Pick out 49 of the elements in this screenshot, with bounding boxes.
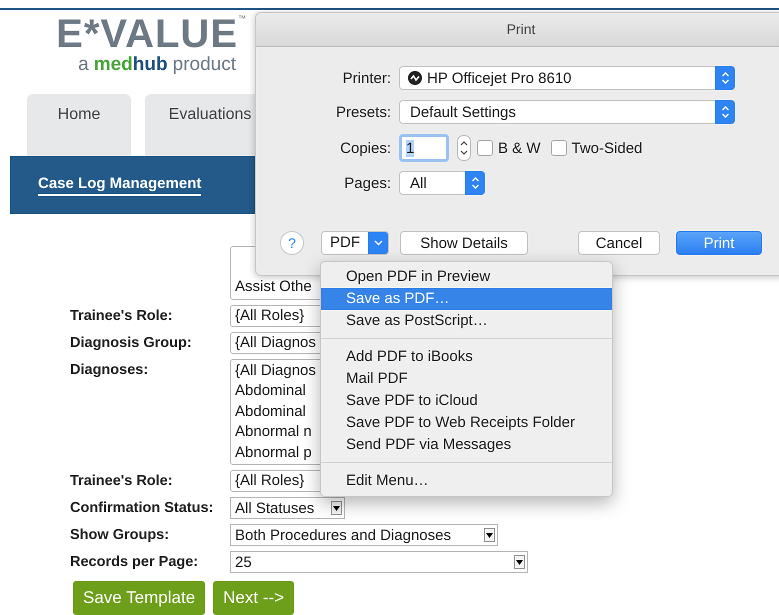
popup-arrows-icon — [465, 171, 485, 195]
dropdown-field[interactable]: All Statuses — [230, 497, 345, 519]
copies-field[interactable]: 1 — [399, 134, 449, 162]
checkbox-label: Two-Sided — [572, 140, 642, 156]
field-label: Records per Page: — [70, 554, 198, 570]
tagline-word: product — [172, 54, 236, 76]
field-label: Diagnoses: — [70, 362, 148, 378]
field-label: Copies: — [339, 140, 391, 156]
field-label: Diagnosis Group: — [70, 334, 192, 350]
menu-item[interactable]: Save PDF to iCloud — [321, 390, 612, 412]
menu-item[interactable]: Save as PostScript… — [321, 310, 612, 332]
field-label: Pages: — [343, 174, 391, 192]
printer-select[interactable]: HP Officejet Pro 8610 — [399, 66, 735, 90]
printer-status-icon — [408, 71, 422, 85]
chevron-down-icon — [368, 232, 388, 254]
pages-select[interactable]: All — [399, 171, 485, 195]
field-label: Confirmation Status: — [70, 500, 214, 516]
pdf-menu-button[interactable]: PDF — [321, 231, 389, 255]
menu-item[interactable]: Send PDF via Messages — [321, 434, 612, 456]
field-label: Trainee's Role: — [70, 308, 173, 324]
checkbox[interactable] — [550, 140, 567, 156]
menu-item[interactable]: Save PDF to Web Receipts Folder — [321, 412, 612, 434]
field-label: Trainee's Role: — [70, 473, 173, 489]
subnav-link[interactable]: Case Log Management — [38, 174, 202, 196]
field-label: Presets: — [334, 104, 391, 120]
checkbox[interactable] — [477, 140, 493, 156]
nav-tab[interactable]: Home — [27, 94, 131, 156]
menu-item[interactable]: Add PDF to iBooks — [321, 346, 612, 368]
popup-arrows-icon — [715, 66, 735, 90]
dialog-button[interactable]: Show Details — [400, 231, 528, 255]
trademark: ™ — [238, 14, 246, 23]
dialog-title: Print — [256, 13, 779, 47]
dropdown-field[interactable]: Both Procedures and Diagnoses — [230, 524, 498, 546]
logo-wordmark: E*VALUE — [56, 14, 238, 54]
dropdown-field[interactable]: 25 — [230, 551, 528, 573]
menu-item[interactable]: Edit Menu… — [321, 470, 612, 492]
field-label: Printer: — [342, 70, 391, 86]
field-label: Show Groups: — [70, 527, 170, 543]
menu-item[interactable]: Mail PDF — [321, 368, 612, 390]
menu-item[interactable]: Open PDF in Preview — [321, 266, 612, 288]
stepper-icon[interactable] — [457, 135, 471, 161]
presets-select[interactable]: Default Settings — [399, 100, 735, 124]
dialog-button[interactable]: Cancel — [578, 231, 660, 255]
brand-name: medhub — [94, 54, 168, 76]
popup-arrows-icon — [715, 100, 735, 124]
menu-item[interactable]: Save as PDF… — [321, 288, 612, 310]
checkbox-label: B & W — [498, 140, 541, 156]
tagline-word: a — [78, 54, 89, 76]
help-button[interactable]: ? — [280, 231, 304, 255]
